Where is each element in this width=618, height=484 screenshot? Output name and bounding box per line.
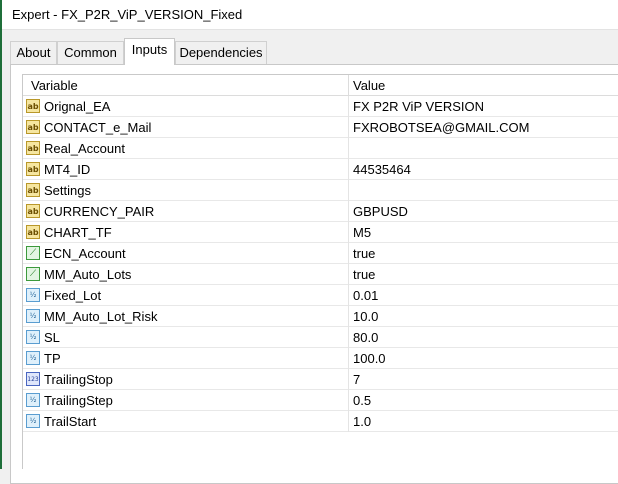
param-name: CONTACT_e_Mail xyxy=(44,120,152,135)
double-type-icon: ½ xyxy=(26,414,40,428)
cell-divider xyxy=(348,264,349,285)
param-row[interactable]: ½ TrailingStep 0.5 xyxy=(23,390,618,411)
string-type-icon: ab xyxy=(26,99,40,113)
param-name: Orignal_EA xyxy=(44,99,111,114)
param-row[interactable]: ½ Fixed_Lot 0.01 xyxy=(23,285,618,306)
param-row[interactable]: ab MT4_ID 44535464 xyxy=(23,159,618,180)
param-row[interactable]: ½ TrailStart 1.0 xyxy=(23,411,618,432)
param-value[interactable]: 80.0 xyxy=(353,330,378,345)
param-name: ECN_Account xyxy=(44,246,126,261)
double-type-icon: ½ xyxy=(26,393,40,407)
param-name: Settings xyxy=(44,183,91,198)
cell-divider xyxy=(348,138,349,159)
param-value[interactable]: GBPUSD xyxy=(353,204,408,219)
param-row[interactable]: ⟋ MM_Auto_Lots true xyxy=(23,264,618,285)
param-value[interactable]: 0.01 xyxy=(353,288,378,303)
param-name: CHART_TF xyxy=(44,225,112,240)
param-value[interactable]: FX P2R ViP VERSION xyxy=(353,99,484,114)
inputs-grid: Variable Value ab Orignal_EA FX P2R ViP VE… xyxy=(22,74,618,469)
boolean-type-icon: ⟋ xyxy=(26,267,40,281)
string-type-icon: ab xyxy=(26,141,40,155)
param-name: Real_Account xyxy=(44,141,125,156)
cell-divider xyxy=(348,243,349,264)
param-value[interactable]: FXROBOTSEA@GMAIL.COM xyxy=(353,120,529,135)
cell-divider xyxy=(348,201,349,222)
tab-inputs[interactable]: Inputs xyxy=(124,38,175,65)
param-name: MM_Auto_Lot_Risk xyxy=(44,309,158,324)
param-name: MM_Auto_Lots xyxy=(44,267,132,282)
param-value[interactable]: true xyxy=(353,267,375,282)
tab-common[interactable]: Common xyxy=(57,41,124,64)
param-value[interactable]: 1.0 xyxy=(353,414,371,429)
header-value[interactable]: Value xyxy=(353,78,385,93)
cell-divider xyxy=(348,222,349,243)
tab-dependencies[interactable]: Dependencies xyxy=(175,41,267,64)
param-value[interactable]: true xyxy=(353,246,375,261)
tab-bar: About Common Inputs Dependencies xyxy=(10,38,618,65)
double-type-icon: ½ xyxy=(26,288,40,302)
grid-header: Variable Value xyxy=(23,75,618,96)
param-name: TrailingStop xyxy=(44,372,113,387)
param-row[interactable]: ½ MM_Auto_Lot_Risk 10.0 xyxy=(23,306,618,327)
cell-divider xyxy=(348,159,349,180)
header-variable[interactable]: Variable xyxy=(31,78,78,93)
param-value[interactable]: 100.0 xyxy=(353,351,386,366)
param-name: TP xyxy=(44,351,61,366)
param-name: TrailStart xyxy=(44,414,97,429)
title-bar: Expert - FX_P2R_ViP_VERSION_Fixed xyxy=(0,0,618,30)
param-row[interactable]: ⟋ ECN_Account true xyxy=(23,243,618,264)
param-row[interactable]: ½ SL 80.0 xyxy=(23,327,618,348)
param-value[interactable]: 0.5 xyxy=(353,393,371,408)
background-window-edge xyxy=(0,0,2,469)
param-row[interactable]: ab Orignal_EA FX P2R ViP VERSION xyxy=(23,96,618,117)
column-divider[interactable] xyxy=(348,75,349,95)
string-type-icon: ab xyxy=(26,183,40,197)
cell-divider xyxy=(348,285,349,306)
string-type-icon: ab xyxy=(26,120,40,134)
string-type-icon: ab xyxy=(26,204,40,218)
param-value[interactable]: 7 xyxy=(353,372,360,387)
param-value[interactable]: 10.0 xyxy=(353,309,378,324)
param-name: MT4_ID xyxy=(44,162,91,177)
param-row[interactable]: ab CURRENCY_PAIR GBPUSD xyxy=(23,201,618,222)
param-name: CURRENCY_PAIR xyxy=(44,204,155,219)
cell-divider xyxy=(348,306,349,327)
window-title: Expert - FX_P2R_ViP_VERSION_Fixed xyxy=(12,7,243,22)
string-type-icon: ab xyxy=(26,225,40,239)
cell-divider xyxy=(348,96,349,117)
param-row[interactable]: ½ TP 100.0 xyxy=(23,348,618,369)
param-value[interactable]: 44535464 xyxy=(353,162,411,177)
cell-divider xyxy=(348,390,349,411)
param-row[interactable]: ab CHART_TF M5 xyxy=(23,222,618,243)
param-row[interactable]: ab CONTACT_e_Mail FXROBOTSEA@GMAIL.COM xyxy=(23,117,618,138)
string-type-icon: ab xyxy=(26,162,40,176)
param-row[interactable]: ab Real_Account xyxy=(23,138,618,159)
tab-about[interactable]: About xyxy=(10,41,57,64)
double-type-icon: ½ xyxy=(26,309,40,323)
cell-divider xyxy=(348,117,349,138)
param-value[interactable]: M5 xyxy=(353,225,371,240)
param-name: Fixed_Lot xyxy=(44,288,102,303)
cell-divider xyxy=(348,369,349,390)
cell-divider xyxy=(348,411,349,432)
cell-divider xyxy=(348,180,349,201)
param-name: SL xyxy=(44,330,60,345)
integer-type-icon: 123 xyxy=(26,372,40,386)
double-type-icon: ½ xyxy=(26,330,40,344)
cell-divider xyxy=(348,327,349,348)
param-row[interactable]: ab Settings xyxy=(23,180,618,201)
double-type-icon: ½ xyxy=(26,351,40,365)
param-row[interactable]: 123 TrailingStop 7 xyxy=(23,369,618,390)
param-name: TrailingStep xyxy=(44,393,113,408)
boolean-type-icon: ⟋ xyxy=(26,246,40,260)
cell-divider xyxy=(348,348,349,369)
